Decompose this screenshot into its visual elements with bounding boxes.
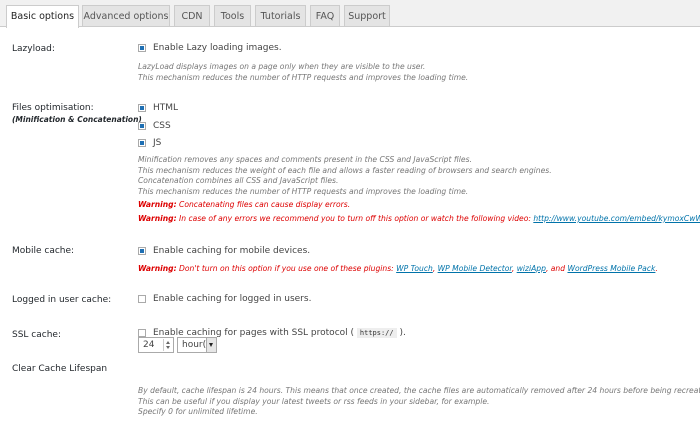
logged-in-cache-option[interactable]: Enable caching for logged in users.	[138, 294, 311, 304]
mobile-cache-checkbox[interactable]	[138, 247, 146, 255]
files-desc-line-3: Concatenation combines all CSS and JavaS…	[138, 176, 339, 185]
chevron-down-icon[interactable]	[206, 338, 216, 352]
lifespan-desc-line-3: Specify 0 for unlimited lifetime.	[138, 407, 258, 416]
files-optimisation-sublabel: (Minification & Concatenation)	[12, 115, 142, 124]
wp-touch-link[interactable]: WP Touch	[396, 264, 433, 273]
tab-basic-options[interactable]: Basic options	[6, 5, 79, 28]
ssl-cache-label: SSL cache:	[12, 330, 61, 340]
js-option[interactable]: JS	[138, 138, 161, 148]
lazyload-checkbox-label: Enable Lazy loading images.	[153, 43, 282, 53]
css-checkbox[interactable]	[138, 122, 146, 130]
concatenation-warning: Warning: Concatenating files can cause d…	[138, 200, 350, 209]
errors-warning: Warning: In case of any errors we recomm…	[138, 214, 700, 223]
lazyload-desc-line-2: This mechanism reduces the number of HTT…	[138, 72, 469, 82]
wordpress-mobile-pack-link[interactable]: WordPress Mobile Pack	[567, 264, 655, 273]
logged-in-cache-checkbox-label: Enable caching for logged in users.	[153, 294, 312, 304]
js-checkbox[interactable]	[138, 139, 146, 147]
cache-lifespan-unit-select[interactable]: hour(s)	[177, 337, 217, 353]
lazyload-option[interactable]: Enable Lazy loading images.	[138, 43, 282, 53]
stepper-arrows-icon[interactable]	[163, 339, 172, 351]
separator: , and	[545, 264, 568, 273]
css-checkbox-label: CSS	[153, 121, 171, 131]
files-optimisation-label: Files optimisation:	[12, 103, 94, 113]
https-code: https://	[356, 328, 397, 338]
lazyload-description: LazyLoad displays images on a page only …	[138, 62, 468, 83]
youtube-video-link[interactable]: http://www.youtube.com/embed/kymoxCwW03c	[533, 214, 700, 223]
lifespan-desc-line-1: By default, cache lifespan is 24 hours. …	[138, 386, 700, 395]
warning-prefix: Warning:	[138, 264, 177, 273]
cache-lifespan-value: 24	[143, 340, 155, 350]
lazyload-checkbox[interactable]	[138, 44, 146, 52]
lazyload-label: Lazyload:	[12, 44, 55, 54]
mobile-cache-label: Mobile cache:	[12, 246, 75, 256]
wiziapp-link[interactable]: wiziApp	[517, 264, 546, 273]
html-checkbox[interactable]	[138, 104, 146, 112]
warning-text: Concatenating files can cause display er…	[176, 200, 351, 209]
files-desc-line-1: Minification removes any spaces and comm…	[138, 155, 472, 164]
lifespan-desc-line-2: This can be useful if you display your l…	[138, 396, 490, 406]
files-description: Minification removes any spaces and comm…	[138, 155, 552, 197]
files-desc-line-2: This mechanism reduces the weight of eac…	[138, 165, 552, 175]
tab-cdn[interactable]: CDN	[174, 5, 210, 26]
logged-in-cache-label: Logged in user cache:	[12, 295, 112, 305]
tab-faq[interactable]: FAQ	[310, 5, 340, 26]
cache-lifespan-description: By default, cache lifespan is 24 hours. …	[138, 386, 700, 418]
mobile-cache-option[interactable]: Enable caching for mobile devices.	[138, 246, 310, 256]
tab-support[interactable]: Support	[344, 5, 390, 26]
warning-prefix: Warning:	[138, 200, 177, 209]
lazyload-desc-line-1: LazyLoad displays images on a page only …	[138, 62, 426, 71]
cache-lifespan-input[interactable]: 24	[138, 337, 174, 353]
warning-prefix: Warning:	[138, 214, 177, 223]
mobile-cache-checkbox-label: Enable caching for mobile devices.	[153, 246, 311, 256]
js-checkbox-label: JS	[153, 138, 162, 148]
warning-text: Don't turn on this option if you use one…	[176, 264, 397, 273]
html-option[interactable]: HTML	[138, 103, 178, 113]
warning-text: In case of any errors we recommend you t…	[176, 214, 534, 223]
html-checkbox-label: HTML	[153, 103, 179, 113]
css-option[interactable]: CSS	[138, 121, 171, 131]
ssl-text-after: ).	[399, 328, 406, 338]
warning-period: .	[655, 264, 658, 273]
ssl-cache-checkbox[interactable]	[138, 329, 146, 337]
tab-tools[interactable]: Tools	[214, 5, 251, 26]
mobile-plugins-warning: Warning: Don't turn on this option if yo…	[138, 264, 658, 273]
logged-in-cache-checkbox[interactable]	[138, 295, 146, 303]
files-desc-line-4: This mechanism reduces the number of HTT…	[138, 186, 469, 196]
options-panel	[0, 26, 700, 437]
tab-advanced-options[interactable]: Advanced options	[82, 5, 170, 26]
tab-tutorials[interactable]: Tutorials	[255, 5, 306, 26]
cache-lifespan-label: Clear Cache Lifespan	[12, 364, 108, 374]
wp-mobile-detector-link[interactable]: WP Mobile Detector	[438, 264, 512, 273]
